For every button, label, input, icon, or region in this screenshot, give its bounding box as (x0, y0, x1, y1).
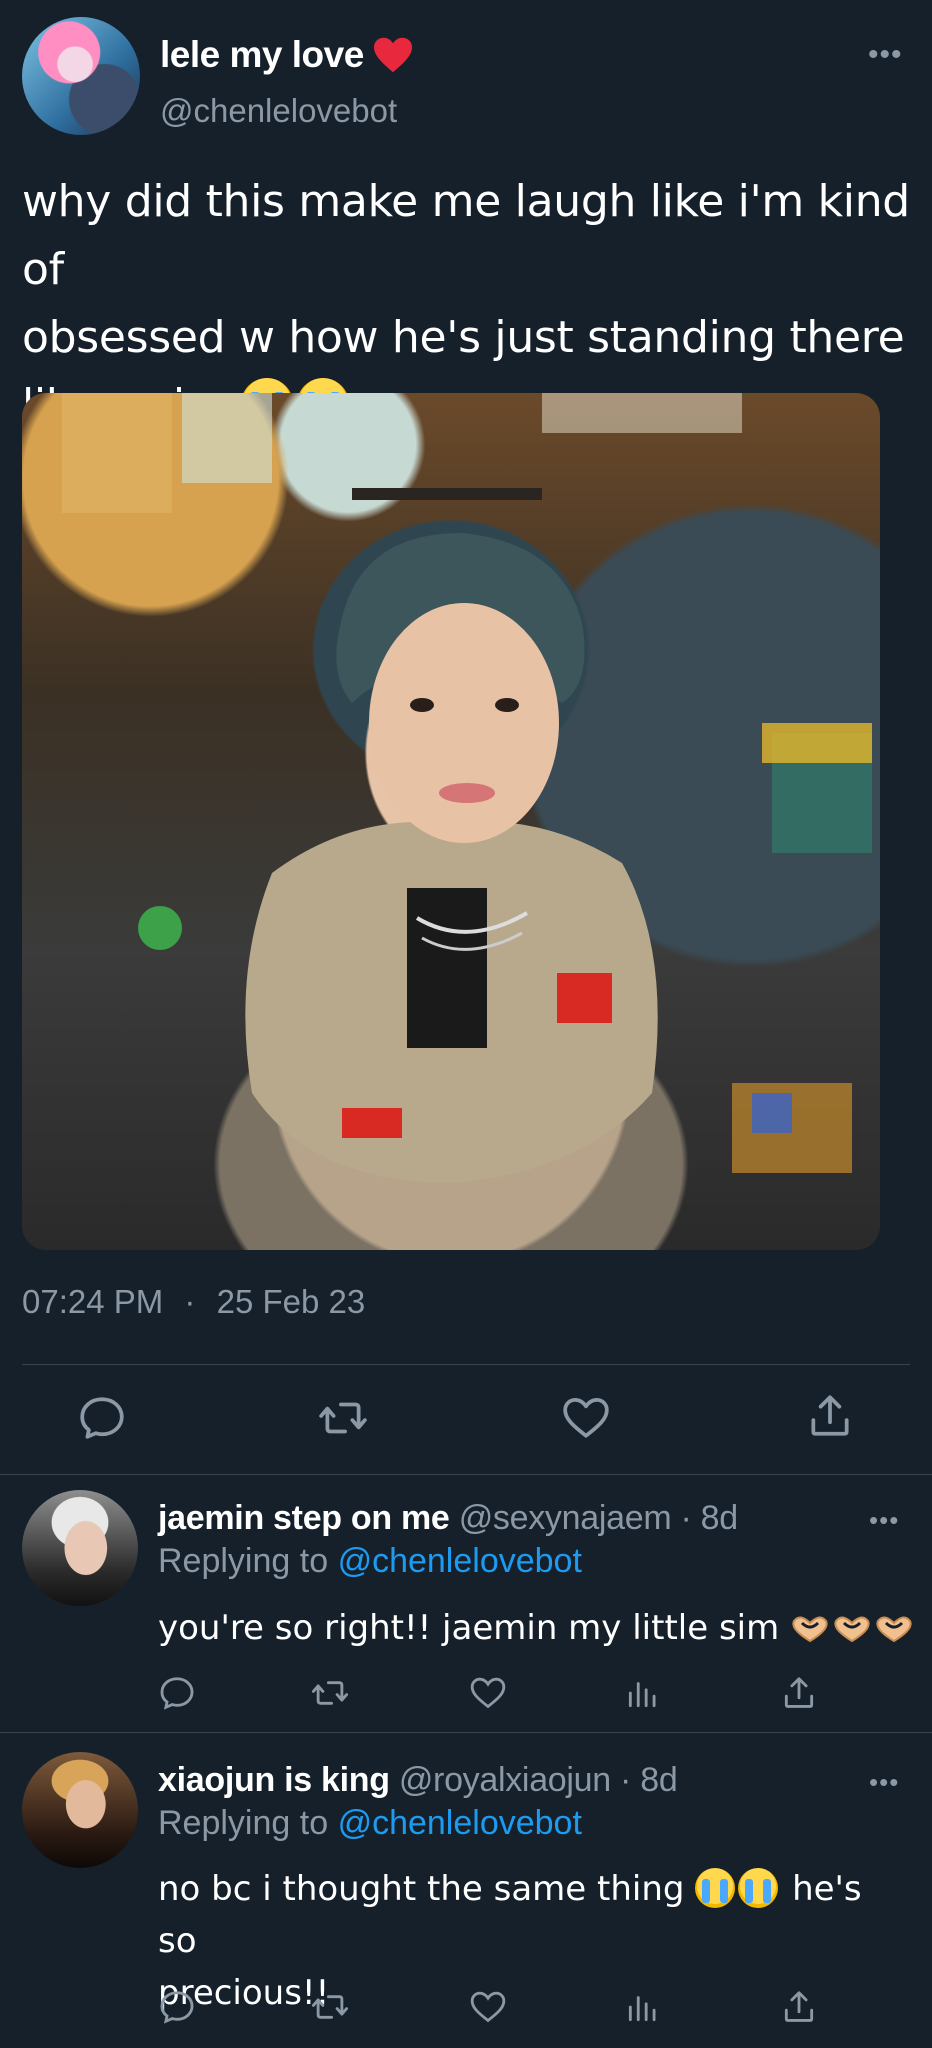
reply-icon[interactable] (158, 1988, 196, 2026)
like-icon[interactable] (469, 1674, 507, 1712)
tweet-time: 07:24 PM (22, 1283, 164, 1320)
reply-header[interactable]: xiaojun is king @royalxiaojun · 8d (158, 1761, 678, 1800)
replying-to-mention[interactable]: @chenlelovebot (338, 1542, 582, 1580)
loudly-crying-emoji-icon (738, 1868, 779, 1908)
reply-icon[interactable] (77, 1393, 127, 1443)
more-horizontal-icon[interactable]: ••• (869, 1767, 899, 1798)
divider (0, 1474, 932, 1475)
like-icon[interactable] (561, 1393, 611, 1443)
tweet-text-line-2: obsessed w how he's just standing there (22, 312, 905, 363)
reply-text-part-1: no bc i thought the same thing (158, 1869, 685, 1909)
share-icon[interactable] (780, 1674, 818, 1712)
reply-text-content: you're so right!! jaemin my little sim (158, 1608, 780, 1648)
reply-header[interactable]: jaemin step on me @sexynajaem · 8d (158, 1499, 738, 1538)
more-horizontal-icon[interactable]: ••• (869, 1505, 899, 1536)
tweet-timestamp[interactable]: 07:24 PM · 25 Feb 23 (22, 1283, 365, 1321)
heart-hands-emoji-icon (834, 1616, 870, 1643)
retweet-icon[interactable] (311, 1988, 349, 2026)
divider (0, 1732, 932, 1733)
reply-text: you're so right!! jaemin my little sim (158, 1602, 916, 1654)
share-icon[interactable] (805, 1391, 855, 1441)
replying-to: Replying to @chenlelovebot (158, 1542, 582, 1581)
reply-actions-bar (158, 1674, 858, 1714)
retweet-icon[interactable] (311, 1674, 349, 1712)
red-heart-icon (373, 37, 412, 73)
reply-icon[interactable] (158, 1674, 196, 1712)
tweet-text-line-1: why did this make me laugh like i'm kind… (22, 176, 910, 295)
tweet-date: 25 Feb 23 (216, 1283, 366, 1320)
retweet-icon[interactable] (318, 1393, 368, 1443)
share-icon[interactable] (780, 1988, 818, 2026)
reply-author-name[interactable]: xiaojun is king (158, 1761, 390, 1799)
replying-to-label: Replying to (158, 1804, 329, 1842)
more-horizontal-icon[interactable]: ••• (868, 40, 903, 70)
loudly-crying-emoji-icon (695, 1868, 736, 1908)
divider (22, 1364, 910, 1365)
heart-hands-emoji-icon (792, 1616, 828, 1643)
tweet-actions-bar (22, 1381, 910, 1455)
reply-text-line-1: no bc i thought the same thing he's so (158, 1863, 898, 1967)
tweet-photo[interactable] (22, 393, 880, 1250)
author-avatar[interactable] (22, 17, 140, 135)
author-handle[interactable]: @chenlelovebot (160, 92, 397, 130)
like-icon[interactable] (469, 1988, 507, 2026)
reply-author-avatar[interactable] (22, 1752, 138, 1868)
author-display-name[interactable]: lele my love (160, 34, 364, 76)
timestamp-separator: · (184, 1283, 196, 1320)
photo-illustration (62, 393, 872, 1183)
reply-author-name[interactable]: jaemin step on me (158, 1499, 450, 1537)
reply-author-avatar[interactable] (22, 1490, 138, 1606)
replying-to-label: Replying to (158, 1542, 329, 1580)
reply-actions-bar (158, 1988, 858, 2028)
author-name-row[interactable]: lele my love (160, 34, 414, 76)
reply-age: · 8d (680, 1499, 739, 1537)
replying-to-mention[interactable]: @chenlelovebot (338, 1804, 582, 1842)
heart-hands-emoji-icon (876, 1616, 912, 1643)
analytics-icon[interactable] (624, 1988, 662, 2026)
analytics-icon[interactable] (624, 1674, 662, 1712)
reply-age: · 8d (620, 1761, 678, 1799)
reply-author-handle[interactable]: @royalxiaojun (399, 1761, 611, 1799)
reply-author-handle[interactable]: @sexynajaem (459, 1499, 672, 1537)
replying-to: Replying to @chenlelovebot (158, 1804, 582, 1843)
